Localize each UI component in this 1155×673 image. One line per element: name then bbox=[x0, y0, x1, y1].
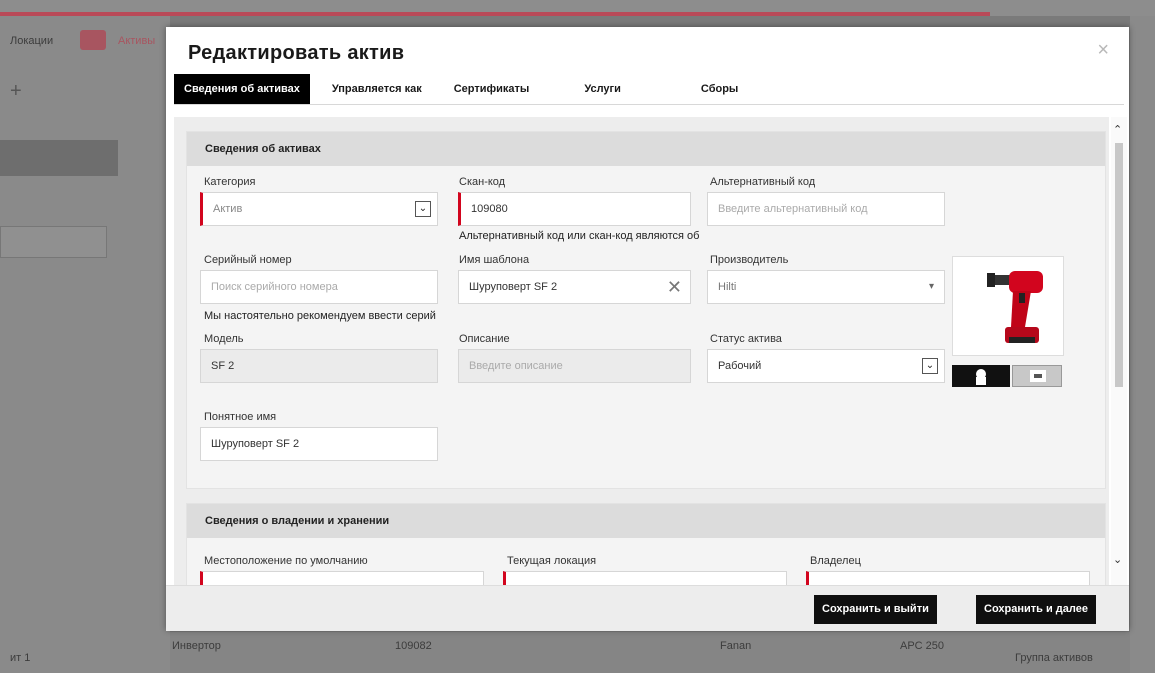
background-row-model: APC 250 bbox=[900, 640, 945, 652]
alt-code-placeholder: Введите альтернативный код bbox=[718, 203, 868, 215]
background-row-code: 109082 bbox=[395, 640, 432, 652]
chevron-down-icon: ⌄ bbox=[922, 358, 938, 374]
save-next-button[interactable]: Сохранить и далее bbox=[976, 595, 1096, 624]
modal-content: Сведения об активах Категория Актив ⌄ Ск… bbox=[174, 117, 1109, 585]
category-label: Категория bbox=[204, 176, 256, 188]
save-exit-button[interactable]: Сохранить и выйти bbox=[814, 595, 937, 624]
tab-certificates[interactable]: Сертификаты bbox=[444, 74, 540, 104]
close-icon[interactable]: × bbox=[1097, 39, 1109, 62]
model-input[interactable]: SF 2 bbox=[200, 349, 438, 383]
background-tab-locations: Локации bbox=[10, 35, 54, 47]
modal-tabs: Сведения об активах Управляется как Серт… bbox=[174, 74, 748, 104]
serial-input[interactable]: Поиск серийного номера bbox=[200, 270, 438, 304]
clear-icon[interactable]: ✕ bbox=[667, 271, 682, 303]
scroll-up-icon[interactable]: ⌃ bbox=[1113, 123, 1122, 136]
scroll-down-icon[interactable]: ⌄ bbox=[1113, 553, 1122, 566]
background-top-bar bbox=[0, 0, 1155, 16]
tab-fees[interactable]: Сборы bbox=[691, 74, 748, 104]
camera-icon bbox=[976, 369, 986, 385]
background-right-panel bbox=[1130, 16, 1155, 673]
owner-input[interactable] bbox=[806, 571, 1090, 585]
description-input[interactable]: Введите описание bbox=[458, 349, 691, 383]
content-scrollbar[interactable]: ⌃ ⌄ bbox=[1111, 117, 1127, 585]
scan-code-input[interactable]: 109080 bbox=[458, 192, 691, 226]
serial-label: Серийный номер bbox=[204, 254, 292, 266]
category-select[interactable]: Актив ⌄ bbox=[200, 192, 438, 226]
tab-asset-details[interactable]: Сведения об активах bbox=[174, 74, 310, 104]
modal-title: Редактировать актив bbox=[188, 42, 405, 64]
background-bottom-left-text: ит 1 bbox=[10, 652, 31, 664]
caret-down-icon: ▾ bbox=[928, 281, 934, 292]
friendly-name-label: Понятное имя bbox=[204, 411, 277, 423]
manufacturer-select[interactable]: Hilti ▾ bbox=[707, 270, 945, 304]
template-value: Шуруповерт SF 2 bbox=[469, 281, 558, 293]
background-tab-assets: Активы bbox=[118, 35, 156, 47]
default-location-input[interactable] bbox=[200, 571, 484, 585]
category-value: Актив bbox=[213, 203, 243, 215]
background-highlight-row bbox=[0, 140, 118, 176]
scroll-thumb[interactable] bbox=[1115, 143, 1123, 387]
section-asset-info-title: Сведения об активах bbox=[187, 132, 1105, 166]
asset-image bbox=[952, 256, 1064, 356]
logo-icon bbox=[1030, 370, 1046, 382]
current-location-input[interactable] bbox=[503, 571, 787, 585]
alt-code-input[interactable]: Введите альтернативный код bbox=[707, 192, 945, 226]
template-label: Имя шаблона bbox=[459, 254, 530, 266]
background-row-group: Группа активов bbox=[1015, 652, 1093, 664]
tab-services[interactable]: Услуги bbox=[574, 74, 631, 104]
manufacturer-label: Производитель bbox=[710, 254, 789, 266]
scan-code-hint: Альтернативный код или скан-код являются… bbox=[459, 230, 699, 242]
tabs-divider bbox=[174, 104, 1124, 105]
tab-managed-as[interactable]: Управляется как bbox=[322, 74, 432, 104]
brand-image-button[interactable] bbox=[1012, 365, 1062, 387]
friendly-name-input[interactable]: Шуруповерт SF 2 bbox=[200, 427, 438, 461]
status-value: Рабочий bbox=[718, 360, 762, 372]
edit-asset-modal: Редактировать актив × Сведения об актива… bbox=[166, 27, 1129, 631]
section-ownership-title: Сведения о владении и хранении bbox=[187, 504, 1105, 538]
background-logo-icon bbox=[80, 30, 106, 50]
background-row-name: Инвертор bbox=[172, 640, 221, 652]
chevron-down-icon: ⌄ bbox=[415, 201, 431, 217]
background-add-icon: + bbox=[10, 80, 22, 102]
scan-code-label: Скан-код bbox=[459, 176, 506, 188]
background-bottom-row bbox=[170, 632, 1130, 673]
owner-label: Владелец bbox=[810, 555, 861, 567]
drill-icon bbox=[987, 271, 1043, 343]
status-label: Статус актива bbox=[710, 333, 782, 345]
background-left-panel bbox=[0, 16, 170, 673]
manufacturer-value: Hilti bbox=[718, 281, 737, 293]
default-location-label: Местоположение по умолчанию bbox=[204, 555, 368, 567]
modal-footer: Сохранить и выйти Сохранить и далее bbox=[166, 585, 1129, 631]
background-search-input bbox=[0, 226, 107, 258]
upload-image-button[interactable] bbox=[952, 365, 1010, 387]
description-placeholder: Введите описание bbox=[469, 360, 563, 372]
description-label: Описание bbox=[459, 333, 510, 345]
template-input[interactable]: Шуруповерт SF 2 ✕ bbox=[458, 270, 691, 304]
current-location-label: Текущая локация bbox=[507, 555, 597, 567]
serial-note: Мы настоятельно рекомендуем ввести серий… bbox=[204, 310, 436, 322]
background-row-maker: Fanan bbox=[720, 640, 752, 652]
model-label: Модель bbox=[204, 333, 244, 345]
serial-placeholder: Поиск серийного номера bbox=[211, 281, 338, 293]
status-select[interactable]: Рабочий ⌄ bbox=[707, 349, 945, 383]
alt-code-label: Альтернативный код bbox=[710, 176, 816, 188]
